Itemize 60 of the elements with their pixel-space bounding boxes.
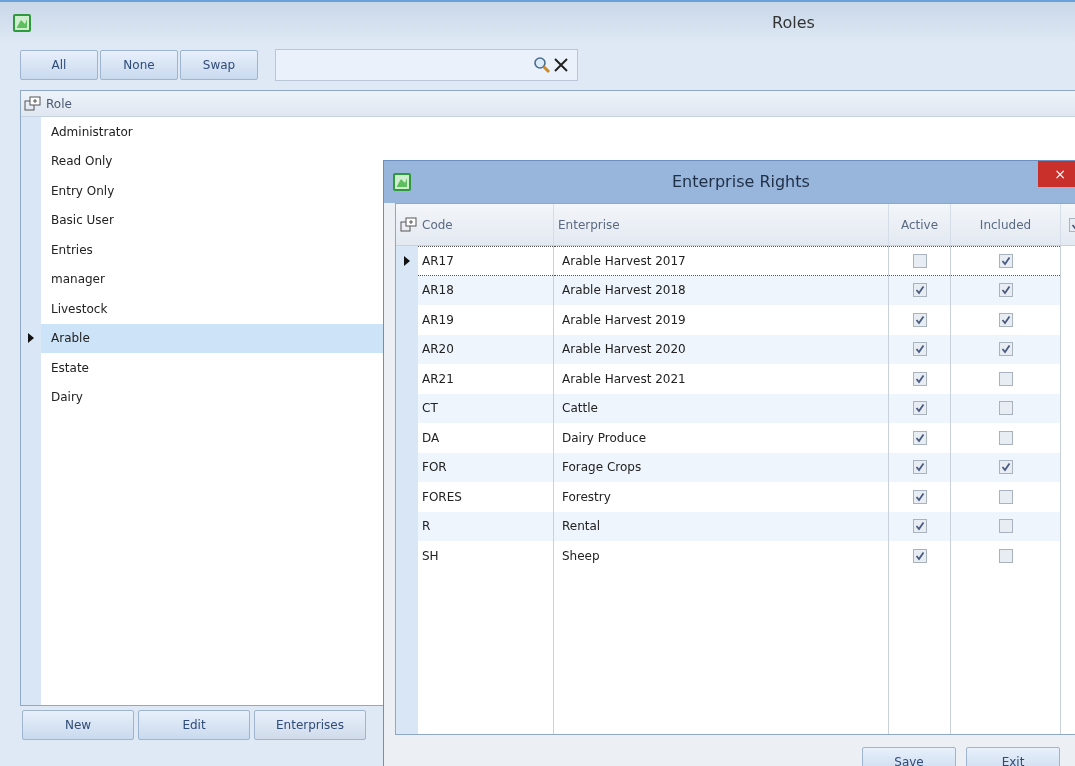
close-button[interactable]: × [1038, 161, 1075, 187]
column-chooser-icon[interactable] [24, 95, 42, 112]
table-cell[interactable]: AR18 [418, 275, 553, 305]
table-cell: Cattle [554, 393, 888, 423]
table-cell[interactable]: CT [418, 393, 553, 423]
checkbox[interactable] [912, 460, 927, 475]
column-header[interactable]: Code [422, 215, 453, 234]
checkbox[interactable] [998, 430, 1013, 445]
role-row[interactable]: Administrator [41, 117, 1075, 147]
checkbox[interactable] [998, 548, 1013, 563]
table-cell: Arable Harvest 2017 [554, 246, 888, 276]
table-cell[interactable]: AR17 [418, 246, 553, 276]
search-icon[interactable] [533, 56, 551, 74]
button[interactable]: Save [862, 747, 956, 766]
app-icon [392, 172, 412, 192]
row-indicator-icon [28, 333, 34, 344]
table-cell: Arable Harvest 2018 [554, 275, 888, 305]
button[interactable]: Swap [180, 50, 258, 80]
checkbox[interactable] [912, 430, 927, 445]
button[interactable]: New [22, 710, 134, 740]
checkbox[interactable] [998, 283, 1013, 298]
checkbox[interactable] [912, 253, 927, 268]
checkbox[interactable] [998, 312, 1013, 327]
table-cell[interactable]: R [418, 511, 553, 541]
table-cell[interactable]: FOR [418, 452, 553, 482]
button[interactable]: Enterprises [254, 710, 366, 740]
checkbox[interactable] [998, 460, 1013, 475]
table-cell: Rental [554, 511, 888, 541]
checkbox[interactable] [998, 489, 1013, 504]
checkbox[interactable] [912, 519, 927, 534]
checkbox[interactable] [998, 253, 1013, 268]
button[interactable]: None [100, 50, 178, 80]
column-header[interactable]: Active [900, 215, 939, 234]
search-field[interactable] [275, 49, 578, 81]
checkbox[interactable] [912, 401, 927, 416]
row-indicator-icon [404, 255, 410, 266]
checkbox[interactable] [912, 342, 927, 357]
checkbox[interactable] [998, 401, 1013, 416]
checkbox[interactable] [912, 489, 927, 504]
dialog-title: Enterprise Rights [672, 171, 810, 193]
window-title: Roles [772, 12, 815, 34]
column-header[interactable]: Included [979, 215, 1032, 234]
column-header[interactable]: Role [46, 94, 72, 113]
close-icon[interactable] [553, 57, 569, 73]
checkbox[interactable] [912, 312, 927, 327]
checkbox[interactable] [912, 283, 927, 298]
table-cell: Arable Harvest 2020 [554, 334, 888, 364]
table-cell[interactable]: AR20 [418, 334, 553, 364]
checkbox[interactable] [998, 342, 1013, 357]
button[interactable]: Edit [138, 710, 250, 740]
checkbox[interactable] [912, 548, 927, 563]
checkbox[interactable] [998, 519, 1013, 534]
checkbox[interactable] [998, 371, 1013, 386]
table-cell: Forage Crops [554, 452, 888, 482]
column-header[interactable]: Enterprise [558, 215, 620, 234]
app-icon [12, 13, 32, 33]
column-chooser-icon[interactable] [400, 216, 418, 233]
checkbox[interactable] [912, 371, 927, 386]
button[interactable]: All [20, 50, 98, 80]
button[interactable]: Exit [966, 747, 1060, 766]
